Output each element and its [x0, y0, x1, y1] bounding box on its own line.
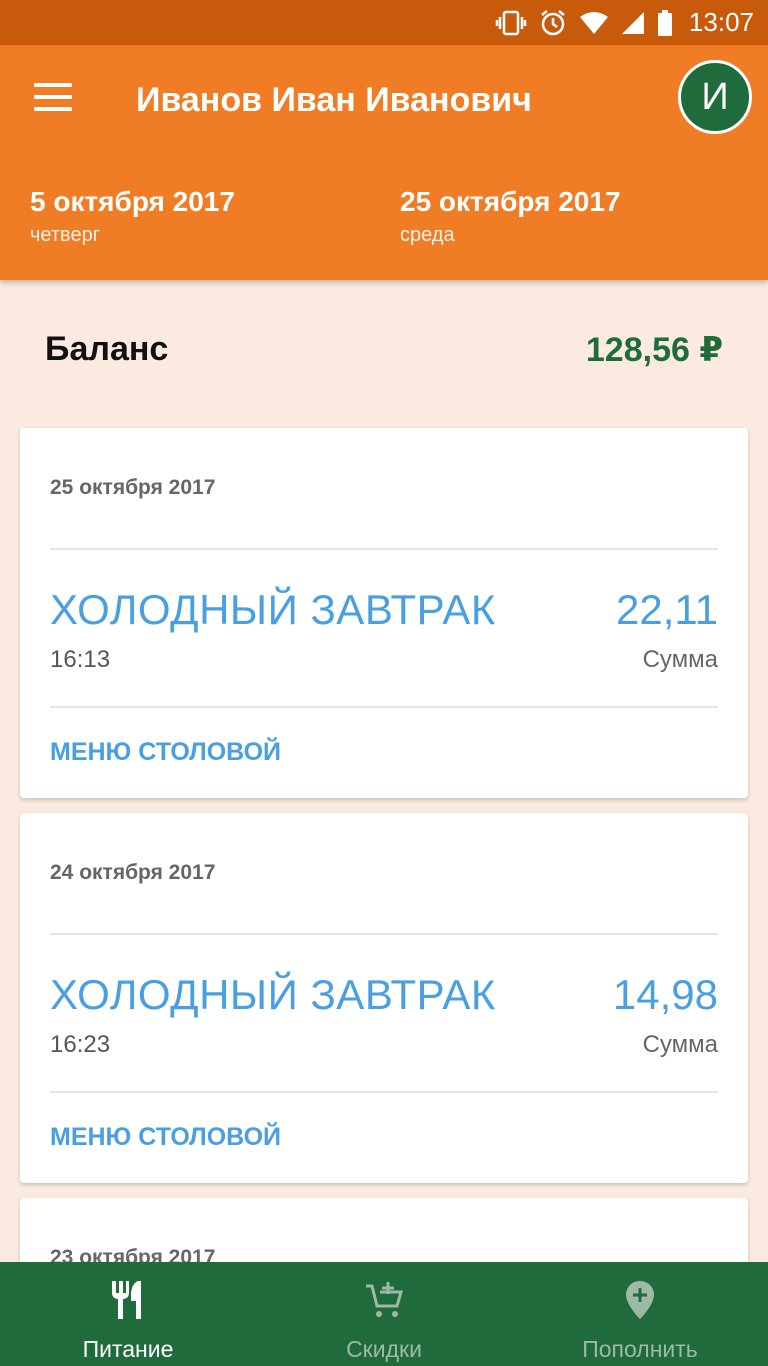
date-range-end[interactable]: 25 октября 2017 среда [400, 183, 621, 249]
balance-row: Баланс 128,56 ₽ [0, 320, 768, 384]
end-date: 25 октября 2017 [400, 186, 621, 217]
divider [50, 933, 718, 935]
meal-time: 16:23 [50, 1031, 111, 1058]
nav-item-discounts[interactable]: Скидки [256, 1262, 512, 1366]
transaction-card: 25 октября 2017 ХОЛОДНЫЙ ЗАВТРАК 16:13 2… [20, 428, 748, 798]
canteen-menu-link[interactable]: МЕНЮ СТОЛОВОЙ [50, 1123, 281, 1152]
status-bar: 13:07 [0, 0, 768, 45]
menu-button[interactable] [30, 77, 76, 117]
balance-label: Баланс [45, 330, 169, 368]
status-time: 13:07 [688, 7, 754, 37]
battery-icon [657, 9, 673, 36]
meal-amount: 14,98 [612, 971, 718, 1018]
card-date: 24 октября 2017 [50, 861, 216, 884]
user-name: Иванов Иван Иванович [136, 81, 532, 119]
cart-add-icon [364, 1278, 404, 1322]
date-range-start[interactable]: 5 октября 2017 четверг [30, 183, 235, 249]
nav-item-food[interactable]: Питание [0, 1262, 256, 1366]
meal-name: ХОЛОДНЫЙ ЗАВТРАК [50, 586, 496, 633]
nav-label: Скидки [346, 1336, 422, 1362]
meal-name: ХОЛОДНЫЙ ЗАВТРАК [50, 971, 496, 1018]
nav-label: Питание [82, 1336, 174, 1362]
bottom-nav: Питание Скидки Пополнить [0, 1262, 768, 1366]
meal-amount: 22,11 [616, 586, 718, 633]
signal-icon [621, 11, 645, 35]
start-weekday: четверг [30, 224, 100, 246]
location-add-icon [624, 1278, 656, 1322]
start-date: 5 октября 2017 [30, 186, 235, 217]
wifi-icon [579, 11, 609, 35]
divider [50, 548, 718, 550]
end-weekday: среда [400, 224, 455, 246]
alarm-icon [539, 9, 567, 37]
transaction-card: 24 октября 2017 ХОЛОДНЫЙ ЗАВТРАК 16:23 1… [20, 813, 748, 1183]
meal-time: 16:13 [50, 646, 111, 673]
nav-label: Пополнить [582, 1336, 698, 1362]
app-bar: Иванов Иван Иванович И 5 октября 2017 че… [0, 45, 768, 280]
amount-label: Сумма [642, 1031, 718, 1058]
amount-label: Сумма [642, 646, 718, 673]
balance-value: 128,56 ₽ [585, 331, 723, 369]
avatar[interactable]: И [678, 60, 752, 134]
card-date: 25 октября 2017 [50, 476, 216, 499]
hamburger-icon [34, 83, 72, 87]
canteen-menu-link[interactable]: МЕНЮ СТОЛОВОЙ [50, 738, 281, 767]
divider [50, 706, 718, 708]
cutlery-icon [108, 1278, 148, 1322]
divider [50, 1091, 718, 1093]
nav-item-topup[interactable]: Пополнить [512, 1262, 768, 1366]
vibrate-icon [495, 10, 527, 36]
